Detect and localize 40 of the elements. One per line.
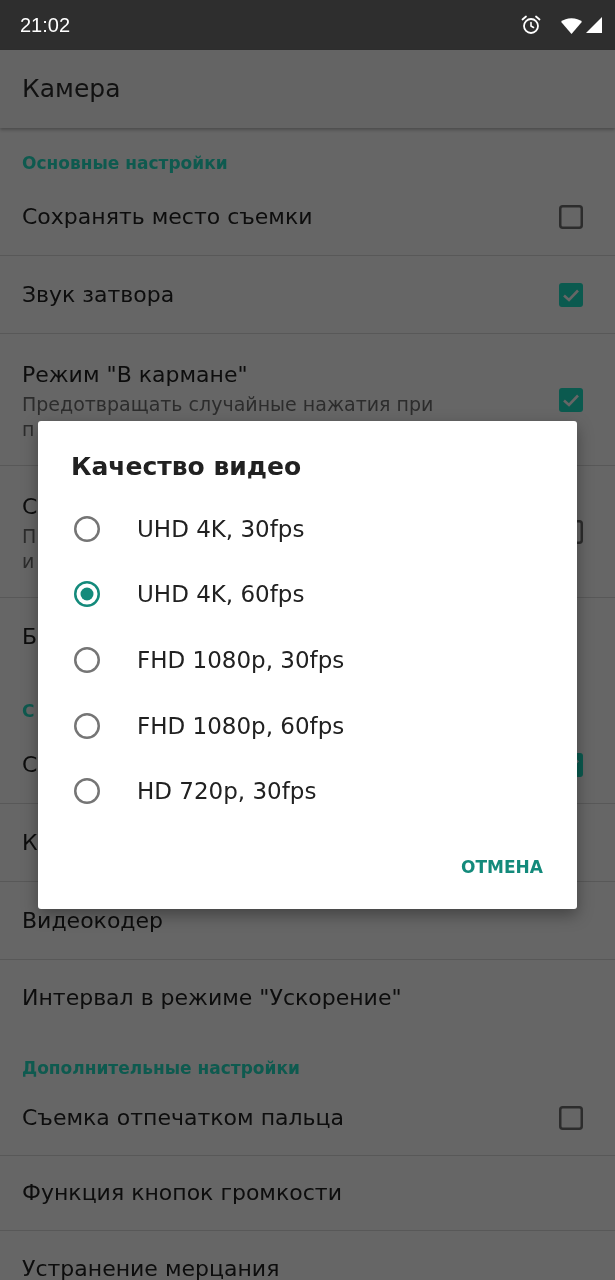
setting-title[interactable]: Режим "В кармане": [22, 363, 248, 386]
checkbox[interactable]: [559, 387, 583, 412]
setting-summary: п: [22, 416, 35, 442]
app-bar-title: Камера: [22, 74, 121, 104]
setting-title[interactable]: Функция кнопок громкости: [22, 1182, 342, 1204]
setting-title[interactable]: С: [22, 495, 38, 518]
setting-title[interactable]: Устранение мерцания: [22, 1257, 280, 1280]
radio-option[interactable]: FHD 1080p, 60fps: [38, 692, 577, 759]
setting-summary: П: [22, 523, 37, 549]
setting-title[interactable]: Интервал в режиме "Ускорение": [22, 986, 402, 1009]
dialog-title: Качество видео: [71, 451, 302, 483]
setting-title[interactable]: К: [22, 831, 38, 854]
radio-option[interactable]: HD 720p, 30fps: [38, 758, 577, 824]
alarm-clock-icon: [521, 15, 541, 35]
radio-option[interactable]: FHD 1080p, 30fps: [38, 627, 577, 693]
setting-title[interactable]: С: [22, 753, 38, 776]
radio-button[interactable]: [74, 712, 100, 739]
checkbox[interactable]: [559, 204, 583, 229]
wifi-icon: [561, 17, 582, 34]
radio-button[interactable]: [74, 515, 100, 542]
setting-summary: и: [22, 548, 35, 574]
cancel-button[interactable]: ОТМЕНА: [453, 848, 551, 885]
checkbox[interactable]: [559, 282, 583, 307]
setting-title[interactable]: Сохранять место съемки: [22, 205, 313, 228]
radio-button[interactable]: [74, 778, 100, 805]
radio-button[interactable]: [74, 581, 100, 608]
radio-option[interactable]: UHD 4K, 30fps: [38, 496, 577, 562]
setting-title[interactable]: Звук затвора: [22, 283, 175, 306]
radio-option[interactable]: UHD 4K, 60fps: [38, 561, 577, 628]
category-header: Дополнительные настройки: [22, 1057, 300, 1079]
signal-icon: [586, 17, 602, 33]
category-header: С: [22, 700, 35, 722]
radio-button[interactable]: [74, 647, 100, 673]
category-header: Основные настройки: [22, 152, 228, 174]
setting-title[interactable]: Съемка отпечатком пальца: [22, 1107, 344, 1129]
setting-title[interactable]: Б: [22, 626, 38, 648]
status-time: 21:02: [20, 13, 71, 37]
setting-summary: Предотвращать случайные нажатия при: [22, 391, 434, 417]
setting-title[interactable]: Видеокодер: [22, 909, 164, 932]
checkbox[interactable]: [559, 1106, 583, 1130]
